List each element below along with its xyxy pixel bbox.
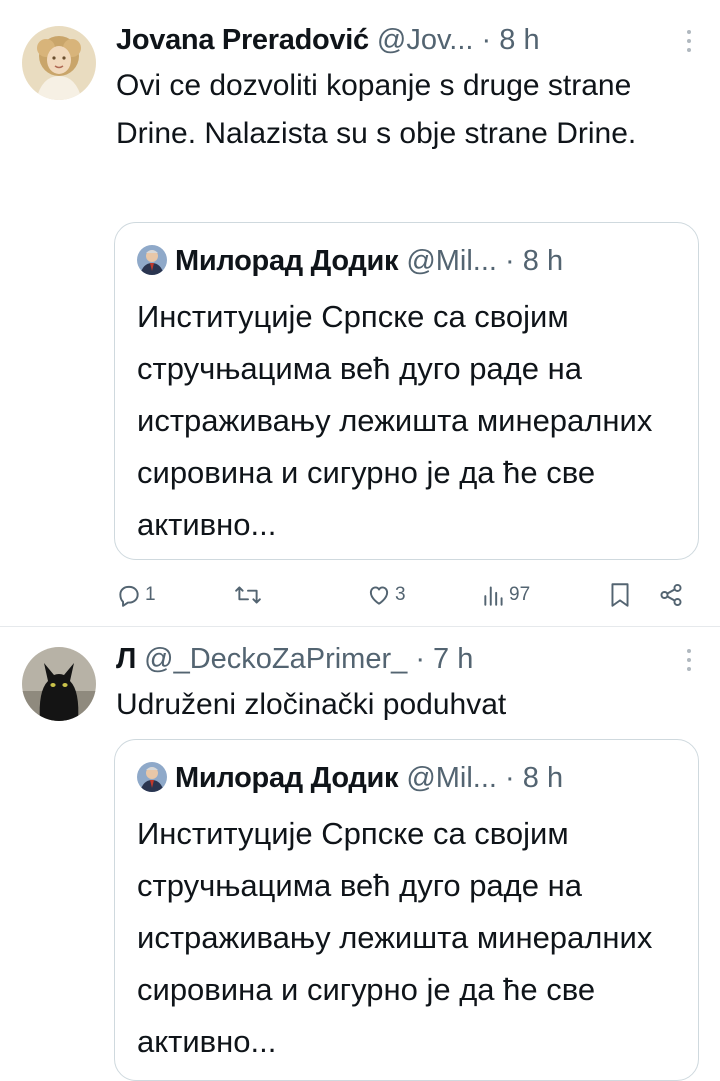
separator: · — [505, 245, 515, 277]
repost-icon — [234, 582, 262, 608]
author-handle: @Mil... — [406, 762, 497, 794]
author-name[interactable]: Л — [116, 643, 136, 675]
like-button[interactable]: 3 — [366, 578, 406, 612]
heart-icon — [366, 582, 392, 608]
views-chart-icon — [482, 582, 506, 608]
tweet-actions: 1 3 97 — [116, 578, 696, 612]
more-vertical-icon[interactable] — [686, 30, 692, 54]
author-name[interactable]: Jovana Preradović — [116, 24, 369, 56]
tweet-header: Jovana Preradović @Jov... · 8 h — [116, 20, 660, 60]
quoted-tweet-header: Милорад Додик @Mil... · 8 h — [137, 241, 680, 281]
author-handle: @Mil... — [406, 245, 497, 277]
avatar — [137, 762, 167, 792]
author-name: Милорад Додик — [175, 762, 399, 794]
views-count: 97 — [509, 584, 531, 605]
tweet[interactable]: Jovana Preradović @Jov... · 8 h Ovi ce d… — [0, 0, 720, 627]
reply-icon — [116, 582, 142, 608]
quoted-tweet[interactable]: Милорад Додик @Mil... · 8 h Институције … — [114, 222, 699, 560]
bookmark-button[interactable] — [608, 578, 632, 612]
avatar — [137, 245, 167, 275]
avatar[interactable] — [22, 26, 96, 100]
share-icon — [658, 582, 684, 608]
like-count: 3 — [395, 584, 406, 605]
avatar[interactable] — [22, 647, 96, 721]
quoted-tweet[interactable]: Милорад Додик @Mil... · 8 h Институције … — [114, 739, 699, 1081]
quoted-tweet-header: Милорад Додик @Mil... · 8 h — [137, 758, 680, 798]
separator: · — [415, 643, 425, 675]
separator: · — [505, 762, 515, 794]
reply-button[interactable]: 1 — [116, 578, 156, 612]
separator: · — [481, 24, 492, 56]
reply-count: 1 — [145, 584, 156, 605]
tweet-text: Ovi ce dozvoliti kopanje s druge strane … — [116, 69, 637, 150]
quoted-tweet-text: Институције Српске са својим стручњацима… — [137, 299, 653, 542]
quoted-tweet-text: Институције Српске са својим стручњацима… — [137, 816, 653, 1059]
timestamp: 8 h — [522, 245, 564, 277]
author-handle[interactable]: @_DeckoZaPrimer_ — [144, 643, 407, 675]
views-button[interactable]: 97 — [482, 578, 530, 612]
share-button[interactable] — [658, 578, 684, 612]
timestamp: 8 h — [522, 762, 564, 794]
tweet-text: Udruženi zločinački poduhvat — [116, 688, 507, 721]
author-name: Милорад Додик — [175, 245, 399, 277]
tweet[interactable]: Л @_DeckoZaPrimer_ · 7 h Udruženi zločin… — [0, 627, 720, 1081]
tweet-header: Л @_DeckoZaPrimer_ · 7 h — [116, 639, 660, 679]
repost-button[interactable] — [234, 578, 265, 612]
timestamp[interactable]: 8 h — [499, 24, 539, 56]
timestamp[interactable]: 7 h — [433, 643, 473, 675]
author-handle[interactable]: @Jov... — [377, 24, 474, 56]
more-vertical-icon[interactable] — [686, 649, 692, 673]
bookmark-icon — [608, 581, 632, 609]
